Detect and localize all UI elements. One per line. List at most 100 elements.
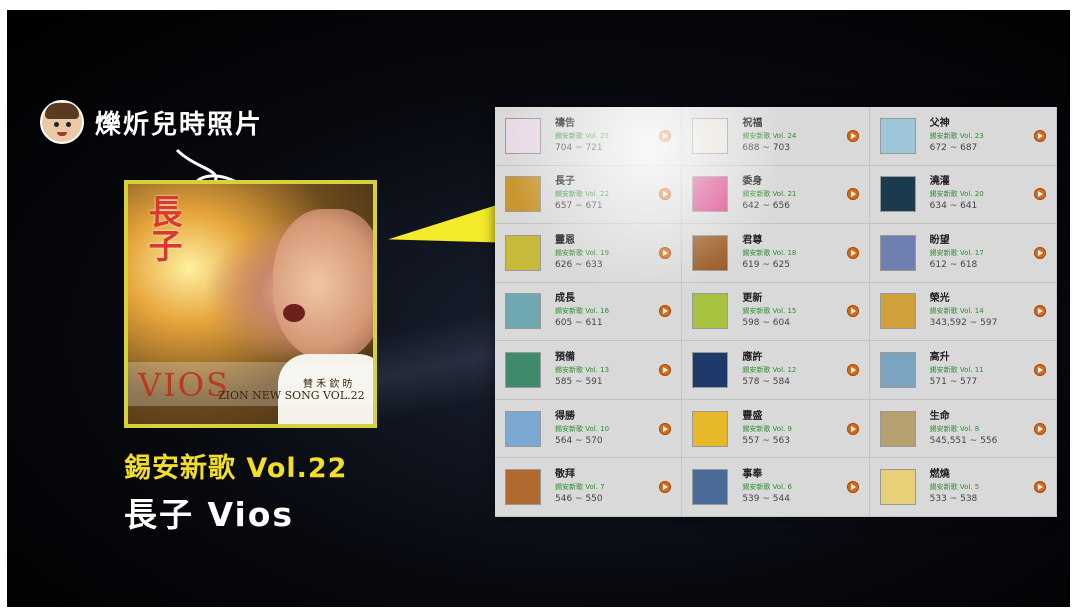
- album-thumbnail: [692, 410, 729, 447]
- play-icon[interactable]: [659, 246, 672, 259]
- album-volume: 錫安新歌 Vol. 19: [555, 248, 610, 257]
- play-icon[interactable]: [1033, 481, 1046, 494]
- album-range: 672 ~ 687: [929, 142, 978, 153]
- album-name: 澆灌: [929, 176, 950, 188]
- album-tile[interactable]: 得勝錫安新歌 Vol. 10 564 ~ 570: [495, 399, 683, 459]
- play-icon[interactable]: [846, 246, 859, 259]
- play-icon[interactable]: [846, 481, 859, 494]
- album-volume: 錫安新歌 Vol. 11: [929, 366, 984, 375]
- album-tile[interactable]: 靈恩錫安新歌 Vol. 19 626 ~ 633: [495, 224, 683, 283]
- album-thumbnail: [505, 176, 541, 213]
- album-range: 539 ~ 544: [742, 494, 790, 505]
- play-icon[interactable]: [846, 305, 859, 318]
- album-range: 704 ~ 721: [555, 142, 603, 153]
- album-tile[interactable]: 更新 錫安新歌 Vol. 15 598 ~ 604: [682, 282, 870, 342]
- album-volume: 錫安新歌 Vol. 20: [929, 190, 984, 199]
- album-volume: 錫安新歌 Vol. 17: [929, 248, 984, 257]
- album-thumbnail: [505, 117, 541, 154]
- album-tile[interactable]: 委身 錫安新歌 Vol. 21 642 ~ 656: [682, 165, 870, 225]
- cover-small-text: 賛 禾 欽 昉: [303, 379, 353, 390]
- avatar-icon: [40, 100, 84, 144]
- album-name: 成長: [555, 293, 575, 305]
- album-volume: 錫安新歌 Vol. 18: [742, 248, 797, 257]
- play-icon[interactable]: [846, 129, 859, 142]
- album-tile[interactable]: 祝福 錫安新歌 Vol. 24 688 ~ 703: [682, 107, 870, 166]
- album-tile[interactable]: 君尊 錫安新歌 Vol. 18 619 ~ 625: [682, 224, 870, 283]
- album-range: 578 ~ 584: [742, 377, 790, 388]
- album-name: 高升: [929, 352, 950, 364]
- album-name: 父神: [929, 117, 950, 129]
- play-icon[interactable]: [846, 188, 859, 201]
- album-thumbnail: [505, 352, 541, 389]
- album-name-title: 長子 Vios: [124, 495, 295, 534]
- album-tile[interactable]: 應許錫安新歌 Vol. 12 578 ~ 584: [682, 341, 870, 400]
- album-volume: 錫安新歌 Vol. 6: [742, 483, 792, 492]
- cover-vios-logo: VIOS: [138, 366, 230, 404]
- play-icon[interactable]: [1033, 188, 1046, 201]
- album-name: 長子: [555, 176, 575, 188]
- album-volume: 錫安新歌 Vol. 10: [555, 424, 610, 433]
- album-tile[interactable]: 燃燒 錫安新歌 Vol. 5 533 ~ 538: [869, 458, 1057, 517]
- album-range: 612 ~ 618: [929, 259, 978, 270]
- album-name: 得勝: [555, 410, 575, 422]
- album-volume: 錫安新歌 Vol. 12: [742, 366, 797, 375]
- album-volume: 錫安新歌 Vol. 14: [929, 307, 984, 316]
- album-volume: 錫安新歌 Vol. 16: [555, 307, 610, 316]
- album-thumbnail: [692, 352, 729, 389]
- album-tile[interactable]: 敬拜 錫安新歌 Vol. 7 546 ~ 550: [495, 458, 683, 517]
- play-icon[interactable]: [659, 188, 672, 201]
- album-range: 533 ~ 538: [929, 494, 978, 505]
- play-icon[interactable]: [1033, 129, 1046, 142]
- album-name: 委身: [742, 176, 763, 188]
- album-name: 君尊: [742, 234, 763, 246]
- album-tile[interactable]: 豐盛 錫安新歌 Vol. 9 557 ~ 563: [682, 399, 870, 459]
- album-thumbnail: [505, 469, 541, 506]
- album-range: 688 ~ 703: [742, 142, 790, 153]
- play-icon[interactable]: [1033, 364, 1046, 377]
- album-tile[interactable]: 長子 錫安新歌 Vol. 22 657 ~ 671: [495, 165, 683, 225]
- album-tile[interactable]: 盼望 錫安新歌 Vol. 17 612 ~ 618: [869, 224, 1057, 283]
- album-range: 564 ~ 570: [555, 435, 603, 446]
- play-icon[interactable]: [846, 422, 859, 435]
- play-icon[interactable]: [1033, 422, 1046, 435]
- play-icon[interactable]: [659, 364, 672, 377]
- album-range: 585 ~ 591: [555, 377, 603, 388]
- album-range: 626 ~ 633: [555, 259, 603, 270]
- album-tile[interactable]: 榮光 錫安新歌 Vol. 14 343,592 ~ 597: [869, 282, 1057, 342]
- play-icon[interactable]: [659, 305, 672, 318]
- album-name: 生命: [929, 410, 950, 422]
- play-icon[interactable]: [1033, 246, 1046, 259]
- album-name: 靈恩: [555, 234, 575, 246]
- album-thumbnail: [879, 469, 916, 506]
- album-range: 557 ~ 563: [742, 435, 790, 446]
- photo-caption: 爍炘兒時照片: [95, 110, 264, 140]
- album-tile[interactable]: 生命 錫安新歌 Vol. 8 545,551 ~ 556: [869, 399, 1057, 459]
- album-cover-vol22: 長子 VIOS ZION NEW SONG VOL.22 賛 禾 欽 昉: [124, 180, 377, 428]
- album-thumbnail: [879, 410, 916, 447]
- album-tile[interactable]: 父神錫安新歌 Vol. 23 672 ~ 687: [869, 107, 1057, 166]
- album-volume: 錫安新歌 Vol. 22: [555, 190, 610, 199]
- album-thumbnail: [692, 234, 729, 271]
- album-name: 應許: [742, 352, 763, 364]
- album-volume: 錫安新歌 Vol. 23: [929, 131, 984, 140]
- album-thumbnail: [692, 469, 729, 506]
- play-icon[interactable]: [846, 364, 859, 377]
- album-tile[interactable]: 禱告 錫安新歌 Vol. 25 704 ~ 721: [495, 107, 683, 166]
- play-icon[interactable]: [659, 129, 672, 142]
- album-tile[interactable]: 成長 錫安新歌 Vol. 16 605 ~ 611: [495, 282, 683, 342]
- album-name: 祝福: [742, 117, 763, 129]
- album-tile[interactable]: 高升 錫安新歌 Vol. 11 571 ~ 577: [869, 341, 1057, 400]
- album-name: 燃燒: [929, 469, 950, 481]
- album-range: 343,592 ~ 597: [929, 318, 998, 329]
- album-tile[interactable]: 事奉 錫安新歌 Vol. 6 539 ~ 544: [682, 458, 870, 517]
- play-icon[interactable]: [659, 481, 672, 494]
- play-icon[interactable]: [659, 422, 672, 435]
- album-tile[interactable]: 澆灌 錫安新歌 Vol. 20 634 ~ 641: [869, 165, 1057, 225]
- cover-vertical-title: 長子: [142, 194, 182, 262]
- album-range: 546 ~ 550: [555, 494, 603, 505]
- play-icon[interactable]: [1033, 305, 1046, 318]
- album-range: 642 ~ 656: [742, 201, 790, 212]
- album-tile[interactable]: 預備 錫安新歌 Vol. 13 585 ~ 591: [495, 341, 683, 400]
- album-grid: 禱告 錫安新歌 Vol. 25 704 ~ 721 祝福 錫安新歌 Vol. 24 68…: [495, 107, 1057, 517]
- album-thumbnail: [505, 410, 541, 447]
